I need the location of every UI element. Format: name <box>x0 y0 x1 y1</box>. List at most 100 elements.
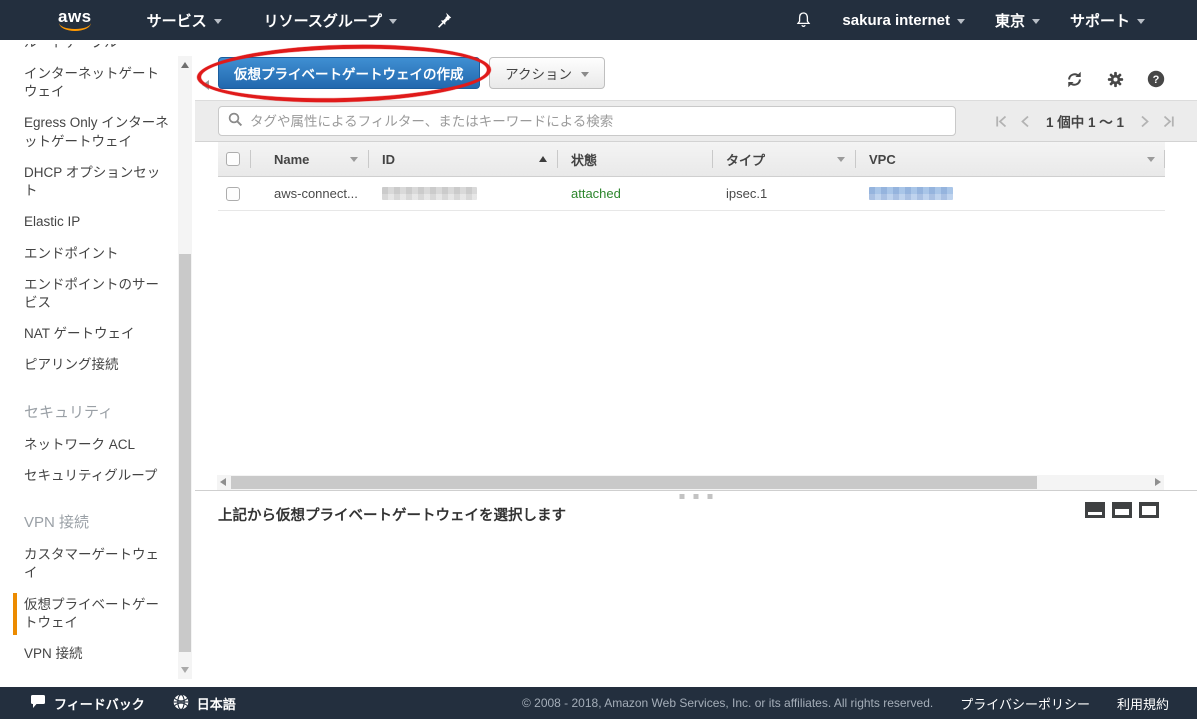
sidebar-scrollbar-thumb[interactable] <box>179 254 191 652</box>
nav-region-label: 東京 <box>995 10 1025 31</box>
nav-support-label: サポート <box>1070 10 1130 31</box>
nav-services-menu[interactable]: サービス <box>147 10 222 31</box>
language-label: 日本語 <box>197 694 236 713</box>
feedback-button[interactable]: フィードバック <box>30 694 145 713</box>
chevron-down-icon <box>957 19 965 24</box>
sidebar-item-virtual-private-gateway[interactable]: 仮想プライベートゲートウェイ <box>24 596 169 632</box>
search-input[interactable] <box>250 114 946 129</box>
language-button[interactable]: 日本語 <box>173 694 236 713</box>
sidebar-item-elastic-ip[interactable]: Elastic IP <box>24 213 169 231</box>
horizontal-scrollbar[interactable] <box>217 475 1164 490</box>
sidebar-scrollbar[interactable] <box>178 56 192 679</box>
scroll-down-icon[interactable] <box>181 667 189 673</box>
detail-panel: 上記から仮想プライベートゲートウェイを選択します <box>195 490 1197 687</box>
sidebar-item-peering-connections[interactable]: ピアリング接続 <box>24 356 169 374</box>
actions-button-label: アクション <box>505 63 572 83</box>
sidebar-item-route-tables[interactable]: ルートテーブル <box>24 44 169 52</box>
nav-region-menu[interactable]: 東京 <box>995 10 1040 31</box>
next-page-icon[interactable] <box>1140 115 1150 128</box>
row-name-cell: aws-connect... <box>274 186 358 201</box>
search-box[interactable] <box>218 106 956 136</box>
sidebar-item-dhcp-options[interactable]: DHCP オプションセット <box>24 164 169 200</box>
privacy-policy-link[interactable]: プライバシーポリシー <box>960 694 1090 713</box>
refresh-icon[interactable] <box>1065 71 1084 88</box>
search-icon <box>228 112 243 130</box>
sidebar-item-internet-gateway[interactable]: インターネットゲートウェイ <box>24 65 169 101</box>
actions-button[interactable]: アクション <box>489 57 605 89</box>
row-state-cell: attached <box>571 186 621 201</box>
gear-icon[interactable] <box>1107 71 1124 88</box>
footer-bar: フィードバック 日本語 © 2008 - 2018, Amazon Web Se… <box>0 687 1197 719</box>
filter-bar: 1 個中 1 ～ 1 <box>195 100 1197 142</box>
sidebar-item-nat-gateway[interactable]: NAT ゲートウェイ <box>24 325 169 343</box>
gateway-table: Name ID 状態 タイプ VPC <box>218 142 1165 211</box>
select-all-checkbox[interactable] <box>226 152 240 166</box>
row-vpc-redacted-value <box>869 187 953 200</box>
toolbar: 仮想プライベートゲートウェイの作成 アクション ? <box>195 40 1197 100</box>
sidebar-item-customer-gateway[interactable]: カスタマーゲートウェイ <box>24 546 169 582</box>
row-checkbox[interactable] <box>226 187 240 201</box>
sort-ascending-icon[interactable] <box>539 156 547 162</box>
chevron-down-icon <box>581 72 589 77</box>
panel-size-large-icon[interactable] <box>1139 502 1159 518</box>
column-filter-dropdown-icon[interactable] <box>1147 157 1155 162</box>
sidebar-header-security: セキュリティ <box>24 401 169 422</box>
top-navigation-bar: aws サービス リソースグループ sakura internet 東京 サポー… <box>0 0 1197 40</box>
panel-layout-controls <box>1085 502 1159 518</box>
globe-icon <box>173 694 189 713</box>
sidebar-item-egress-only-internet-gateway[interactable]: Egress Only インターネットゲートウェイ <box>24 114 169 150</box>
chevron-down-icon <box>1032 19 1040 24</box>
detail-panel-message: 上記から仮想プライベートゲートウェイを選択します <box>218 504 1197 525</box>
svg-text:?: ? <box>1153 74 1160 86</box>
column-header-vpc[interactable]: VPC <box>855 142 1165 176</box>
aws-logo[interactable]: aws <box>58 9 92 31</box>
pushpin-icon[interactable] <box>437 12 452 28</box>
sidebar-header-vpn-connections: VPN 接続 <box>24 511 169 532</box>
column-filter-dropdown-icon[interactable] <box>350 157 358 162</box>
table-empty-area <box>195 211 1197 475</box>
chevron-down-icon <box>1137 19 1145 24</box>
scroll-up-icon[interactable] <box>181 62 189 68</box>
terms-of-use-link[interactable]: 利用規約 <box>1117 694 1169 713</box>
create-virtual-private-gateway-button[interactable]: 仮想プライベートゲートウェイの作成 <box>218 57 480 89</box>
row-type-cell: ipsec.1 <box>726 186 767 201</box>
sidebar-item-security-groups[interactable]: セキュリティグループ <box>24 467 169 485</box>
table-row[interactable]: aws-connect... attached ipsec.1 <box>218 177 1165 211</box>
panel-size-medium-icon[interactable] <box>1112 502 1132 518</box>
panel-size-small-icon[interactable] <box>1085 502 1105 518</box>
prev-page-icon[interactable] <box>1020 115 1030 128</box>
column-header-name[interactable]: Name <box>250 142 368 176</box>
nav-account-menu[interactable]: sakura internet <box>842 12 965 29</box>
sidebar-item-vpn-connections[interactable]: VPN 接続 <box>24 645 169 663</box>
chevron-down-icon <box>389 19 397 24</box>
panel-resize-handle[interactable] <box>680 494 713 499</box>
nav-account-label: sakura internet <box>842 12 950 29</box>
bell-icon[interactable] <box>795 11 812 29</box>
pagination: 1 個中 1 ～ 1 <box>995 111 1175 131</box>
pagination-label: 1 個中 1 ～ 1 <box>1046 111 1124 131</box>
chevron-down-icon <box>214 19 222 24</box>
scroll-right-icon[interactable] <box>1155 478 1161 486</box>
column-header-state[interactable]: 状態 <box>557 142 712 176</box>
horizontal-scrollbar-thumb[interactable] <box>231 476 1037 489</box>
sidebar-item-endpoint-services[interactable]: エンドポイントのサービス <box>24 276 169 312</box>
vpc-sidebar: ルートテーブル インターネットゲートウェイ Egress Only インターネッ… <box>0 40 195 687</box>
table-header-row: Name ID 状態 タイプ VPC <box>218 142 1165 177</box>
feedback-bubble-icon <box>30 694 46 712</box>
column-header-id[interactable]: ID <box>368 142 557 176</box>
nav-services-label: サービス <box>147 10 207 31</box>
column-header-type[interactable]: タイプ <box>712 142 855 176</box>
first-page-icon[interactable] <box>995 115 1008 128</box>
row-id-redacted-value <box>382 187 477 200</box>
last-page-icon[interactable] <box>1162 115 1175 128</box>
sidebar-item-endpoints[interactable]: エンドポイント <box>24 245 169 263</box>
feedback-label: フィードバック <box>54 694 145 713</box>
aws-smile-icon <box>59 22 91 31</box>
help-icon[interactable]: ? <box>1147 70 1165 88</box>
nav-support-menu[interactable]: サポート <box>1070 10 1145 31</box>
nav-resource-groups-label: リソースグループ <box>264 10 382 31</box>
scroll-left-icon[interactable] <box>220 478 226 486</box>
sidebar-item-network-acl[interactable]: ネットワーク ACL <box>24 436 169 454</box>
column-filter-dropdown-icon[interactable] <box>837 157 845 162</box>
nav-resource-groups-menu[interactable]: リソースグループ <box>264 10 397 31</box>
